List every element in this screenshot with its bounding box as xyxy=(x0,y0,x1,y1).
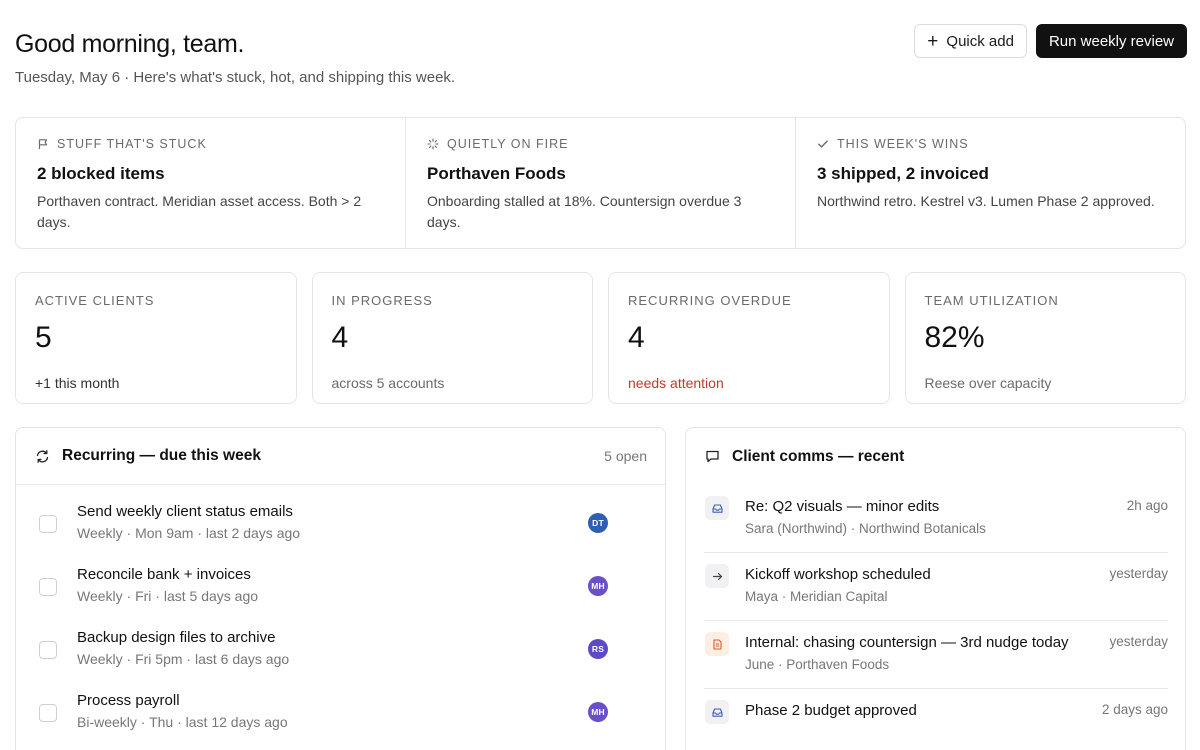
message-meta: Maya · Meridian Capital xyxy=(745,589,888,604)
stat-card-in-progress[interactable]: IN PROGRESS 4 across 5 accounts xyxy=(311,272,593,404)
task-title: Process payroll xyxy=(77,692,180,709)
pulse-title: Porthaven Foods xyxy=(427,164,566,183)
pulse-card-stuck[interactable]: STUFF THAT'S STUCK 2 blocked items Porth… xyxy=(16,118,406,248)
stat-label: RECURRING OVERDUE xyxy=(628,293,792,308)
pulse-title: 3 shipped, 2 invoiced xyxy=(817,164,989,183)
avatar[interactable]: MH xyxy=(588,576,608,596)
stat-value: 82% xyxy=(924,321,985,354)
message-item[interactable]: Phase 2 budget approved 2 days ago xyxy=(704,689,1168,750)
document-icon xyxy=(705,632,729,656)
avatar[interactable]: RS xyxy=(588,639,608,659)
task-row[interactable]: Backup design files to archive Weekly · … xyxy=(16,625,665,688)
task-checkbox[interactable] xyxy=(39,641,57,659)
pulse-kicker: THIS WEEK'S WINS xyxy=(817,136,1165,152)
task-checkbox[interactable] xyxy=(39,578,57,596)
pulse-kicker-text: QUIETLY ON FIRE xyxy=(447,137,569,151)
task-meta: Weekly · Fri 5pm · last 6 days ago xyxy=(77,651,290,667)
message-title: Internal: chasing countersign — 3rd nudg… xyxy=(745,634,1069,651)
message-meta: June · Porthaven Foods xyxy=(745,657,890,672)
plus-icon: + xyxy=(927,30,939,52)
task-row[interactable]: Process payroll Bi-weekly · Thu · last 1… xyxy=(16,688,665,750)
pulse-title: 2 blocked items xyxy=(37,164,165,183)
arrow-right-icon xyxy=(705,564,729,588)
task-row[interactable]: Send weekly client status emails Weekly … xyxy=(16,499,665,562)
message-meta: Sara (Northwind) · Northwind Botanicals xyxy=(745,521,986,536)
stat-note: Reese over capacity xyxy=(924,375,1052,391)
task-checkbox[interactable] xyxy=(39,515,57,533)
inbox-icon xyxy=(705,700,729,724)
flag-icon xyxy=(38,139,48,149)
pulse-description: Porthaven contract. Meridian asset acces… xyxy=(37,193,362,230)
pulse-kicker-text: THIS WEEK'S WINS xyxy=(837,137,969,151)
task-meta: Weekly · Mon 9am · last 2 days ago xyxy=(77,525,301,541)
pulse-kicker: STUFF THAT'S STUCK xyxy=(37,136,385,152)
stat-note: across 5 accounts xyxy=(331,375,445,391)
avatar[interactable]: MH xyxy=(588,702,608,722)
message-item[interactable]: Internal: chasing countersign — 3rd nudg… xyxy=(704,621,1168,689)
stat-card-team-utilization[interactable]: TEAM UTILIZATION 82% Reese over capacity xyxy=(904,272,1186,404)
task-row[interactable]: Reconcile bank + invoices Weekly · Fri ·… xyxy=(16,562,665,625)
page-header: Good morning, team. Tuesday, May 6 · Her… xyxy=(15,24,1187,92)
recurring-panel-title: Recurring — due this week xyxy=(62,447,261,464)
message-time: 2 days ago xyxy=(1101,702,1168,717)
stat-card-recurring-overdue[interactable]: RECURRING OVERDUE 4 needs attention xyxy=(608,272,890,404)
message-time: 2h ago xyxy=(1126,498,1168,513)
client-comms-header: Client comms — recent xyxy=(686,428,1185,485)
message-item[interactable]: Kickoff workshop scheduled Maya · Meridi… xyxy=(704,553,1168,621)
message-time: yesterday xyxy=(1109,566,1168,581)
task-meta: Weekly · Fri · last 5 days ago xyxy=(77,588,259,604)
stat-label: ACTIVE CLIENTS xyxy=(35,293,155,308)
stat-note: +1 this month xyxy=(35,375,120,391)
stat-note: needs attention xyxy=(628,375,724,391)
message-title: Re: Q2 visuals — minor edits xyxy=(745,498,940,515)
task-meta: Bi-weekly · Thu · last 12 days ago xyxy=(77,714,288,730)
task-checkbox[interactable] xyxy=(39,704,57,722)
stat-value: 5 xyxy=(35,321,52,354)
pulse-kicker-text: STUFF THAT'S STUCK xyxy=(57,137,207,151)
task-title: Send weekly client status emails xyxy=(77,503,293,520)
quick-add-label: Quick add xyxy=(946,32,1014,50)
pulse-card-on-fire[interactable]: QUIETLY ON FIRE Porthaven Foods Onboardi… xyxy=(406,118,796,248)
message-title: Phase 2 budget approved xyxy=(745,702,917,719)
refresh-icon xyxy=(36,449,49,463)
check-icon xyxy=(818,140,828,148)
stat-value: 4 xyxy=(331,321,349,354)
client-comms-title: Client comms — recent xyxy=(732,447,905,465)
page-subtitle: Tuesday, May 6 · Here's what's stuck, ho… xyxy=(15,69,456,86)
header-actions: + Quick add Run weekly review xyxy=(914,24,1187,58)
pulse-description: Northwind retro. Kestrel v3. Lumen Phase… xyxy=(817,193,1155,209)
recurring-panel-header: Recurring — due this week 5 open xyxy=(16,428,665,485)
message-time: yesterday xyxy=(1109,634,1168,649)
message-item[interactable]: Re: Q2 visuals — minor edits Sara (North… xyxy=(704,485,1168,553)
run-weekly-review-button[interactable]: Run weekly review xyxy=(1035,24,1187,58)
spinner-icon xyxy=(427,138,439,150)
stat-card-active-clients[interactable]: ACTIVE CLIENTS 5 +1 this month xyxy=(15,272,297,404)
task-title: Reconcile bank + invoices xyxy=(77,566,251,583)
stat-label: IN PROGRESS xyxy=(331,293,433,308)
quick-add-button[interactable]: + Quick add xyxy=(914,24,1027,58)
open-count: 5 open xyxy=(604,448,647,464)
page-title: Good morning, team. xyxy=(15,30,245,58)
inbox-icon xyxy=(705,496,729,520)
message-title: Kickoff workshop scheduled xyxy=(745,566,931,583)
task-title: Backup design files to archive xyxy=(77,629,276,646)
pulse-card-wins[interactable]: THIS WEEK'S WINS 3 shipped, 2 invoiced N… xyxy=(796,118,1185,248)
stat-label: TEAM UTILIZATION xyxy=(924,293,1059,308)
pulse-summary: STUFF THAT'S STUCK 2 blocked items Porth… xyxy=(15,117,1186,249)
client-comms-panel: Client comms — recent Re: Q2 visuals — m… xyxy=(685,427,1186,750)
pulse-description: Onboarding stalled at 18%. Countersign o… xyxy=(427,193,742,230)
stat-value: 4 xyxy=(628,321,645,354)
pulse-kicker: QUIETLY ON FIRE xyxy=(427,136,775,152)
recurring-panel: Recurring — due this week 5 open Send we… xyxy=(15,427,666,750)
avatar[interactable]: DT xyxy=(588,513,608,533)
stat-cards: ACTIVE CLIENTS 5 +1 this month IN PROGRE… xyxy=(15,272,1186,404)
chat-bubble-icon xyxy=(706,450,719,463)
